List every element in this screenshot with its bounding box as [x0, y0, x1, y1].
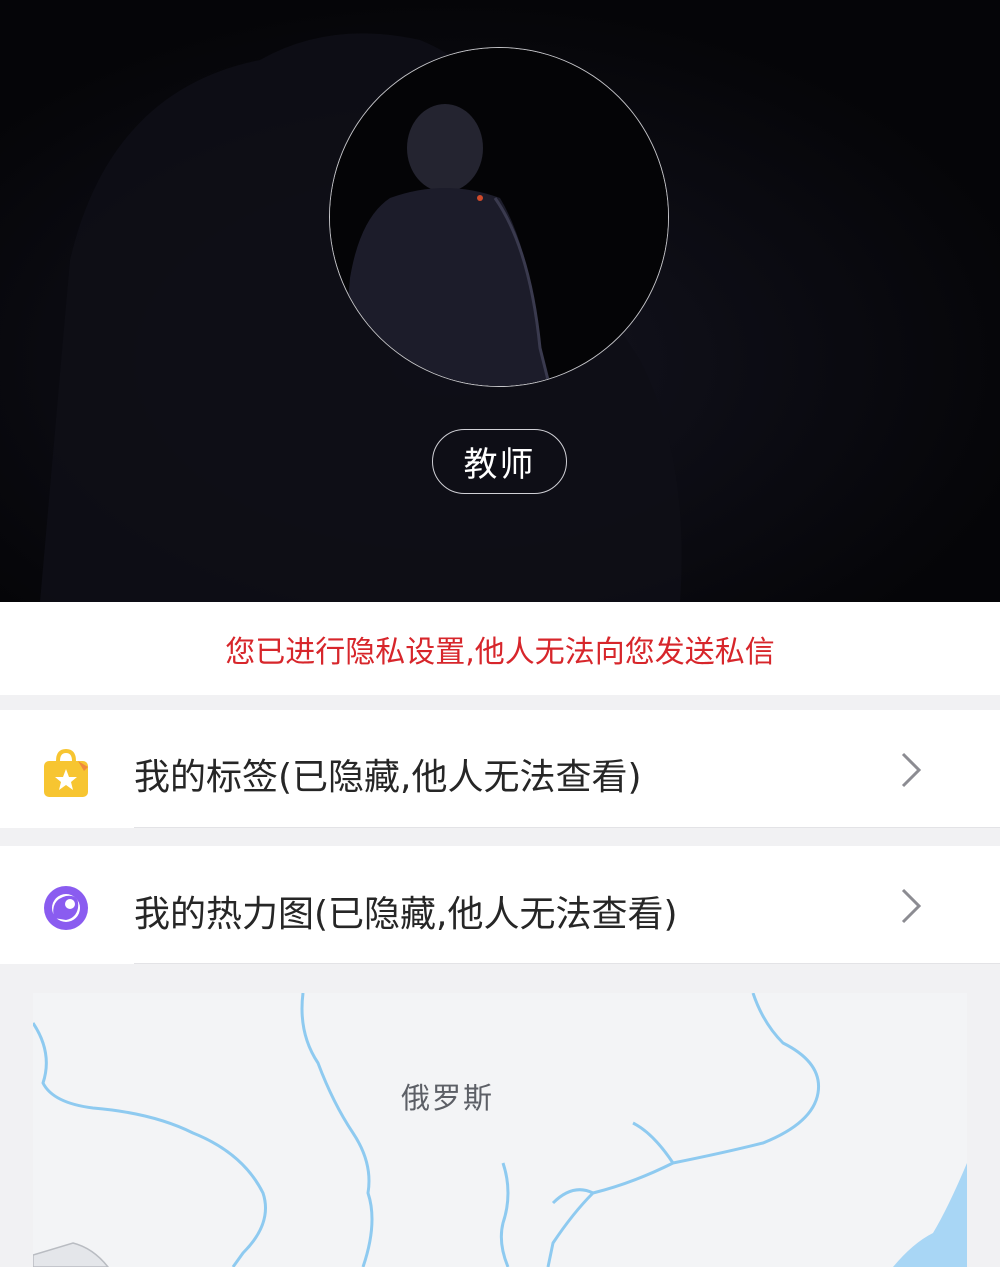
menu-item-label: 我的标签(已隐藏,他人无法查看) [134, 757, 642, 798]
map-rivers [33, 993, 967, 1267]
menu-item-my-tags[interactable]: 我的标签(已隐藏,他人无法查看) [0, 710, 1000, 828]
tag-bag-icon [40, 747, 92, 799]
profile-header: 教师 [0, 0, 1000, 602]
privacy-notice: 您已进行隐私设置,他人无法向您发送私信 [0, 602, 1000, 695]
avatar-photo [330, 48, 668, 386]
map-region-label: 俄罗斯 [401, 1081, 495, 1115]
privacy-notice-text: 您已进行隐私设置,他人无法向您发送私信 [225, 634, 775, 670]
chevron-right-icon [898, 750, 924, 790]
role-badge-label: 教师 [463, 445, 536, 485]
heatmap-map[interactable]: 俄罗斯 [33, 993, 967, 1267]
avatar[interactable] [329, 47, 669, 387]
divider [134, 963, 1000, 964]
role-badge: 教师 [432, 429, 567, 494]
heatmap-icon [40, 882, 92, 934]
menu-item-label: 我的热力图(已隐藏,他人无法查看) [134, 894, 678, 935]
divider [134, 827, 1000, 828]
chevron-right-icon [898, 886, 924, 926]
menu-item-my-heatmap[interactable]: 我的热力图(已隐藏,他人无法查看) [0, 846, 1000, 964]
